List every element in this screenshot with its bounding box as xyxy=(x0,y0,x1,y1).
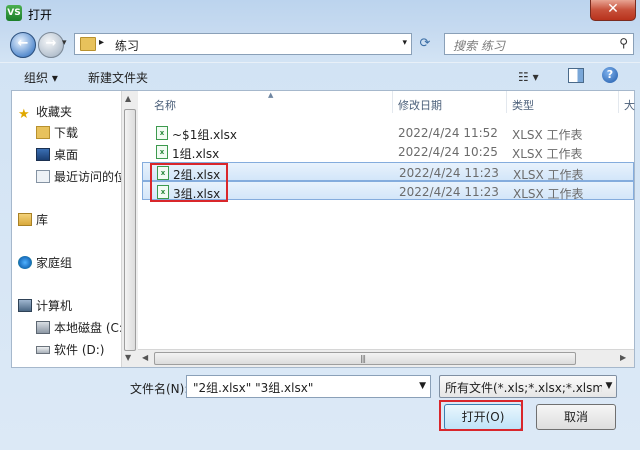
downloads-folder-icon xyxy=(36,126,50,139)
file-type: XLSX 工作表 xyxy=(513,187,584,201)
column-divider[interactable] xyxy=(506,91,507,113)
nav-favorites-label: 收藏夹 xyxy=(36,105,73,119)
file-name: ~$1组.xlsx xyxy=(172,128,237,142)
nav-desktop-label: 桌面 xyxy=(54,148,79,162)
search-placeholder: 搜索 练习 xyxy=(453,39,505,53)
toolbar: 组织 ▾ 新建文件夹 ☷ ▾ ? xyxy=(0,62,640,91)
file-date: 2022/4/24 11:23 xyxy=(399,166,499,180)
file-date: 2022/4/24 11:52 xyxy=(398,126,498,140)
column-header-name[interactable]: 名称 xyxy=(154,97,176,113)
sort-ascending-icon: ▲ xyxy=(268,91,274,99)
column-divider[interactable] xyxy=(392,91,393,113)
nav-computer-label: 计算机 xyxy=(36,299,73,313)
drive-icon xyxy=(36,346,50,354)
filename-input[interactable]: "2组.xlsx" "3组.xlsx" ▼ xyxy=(186,375,431,398)
file-type: XLSX 工作表 xyxy=(512,128,583,142)
file-date: 2022/4/24 10:25 xyxy=(398,145,498,159)
view-options-icon[interactable]: ☷ ▾ xyxy=(518,70,539,84)
nav-vertical-scrollbar[interactable]: ▲ ▼ xyxy=(121,91,138,367)
nav-computer[interactable]: 计算机 xyxy=(18,297,72,314)
nav-recent-places[interactable]: 最近访问的位 xyxy=(36,168,121,185)
filename-dropdown-icon[interactable]: ▼ xyxy=(419,381,426,391)
open-button-highlight-annotation xyxy=(439,400,523,431)
nav-local-disk[interactable]: 本地磁盘 (C: xyxy=(36,319,121,336)
back-arrow-icon[interactable]: ← xyxy=(10,32,36,58)
forward-arrow-icon[interactable]: → xyxy=(38,32,64,58)
desktop-icon xyxy=(36,148,50,161)
column-divider[interactable] xyxy=(618,91,619,113)
nav-homegroup[interactable]: 家庭组 xyxy=(18,254,72,271)
preview-pane-icon[interactable] xyxy=(568,68,584,83)
filename-label: 文件名(N): xyxy=(130,382,189,396)
filetype-dropdown-icon[interactable]: ▼ xyxy=(602,376,616,397)
filetype-value: 所有文件(*.xls;*.xlsx;*.xlsm;*.csv xyxy=(445,381,616,395)
scroll-grip-icon: ||| xyxy=(360,354,366,363)
excel-file-icon: x xyxy=(156,126,168,140)
nav-recent-label: 最近访问的位 xyxy=(54,170,121,184)
new-folder-button[interactable]: 新建文件夹 xyxy=(88,69,148,86)
table-row[interactable]: x 1组.xlsx 2022/4/24 10:25 XLSX 工作表 xyxy=(142,142,634,161)
scroll-up-icon[interactable]: ▲ xyxy=(125,94,131,103)
file-date: 2022/4/24 11:23 xyxy=(399,185,499,199)
file-name: 1组.xlsx xyxy=(172,147,220,161)
close-button[interactable]: ✕ xyxy=(590,0,636,21)
cancel-button[interactable]: 取消 xyxy=(536,404,616,430)
file-type: XLSX 工作表 xyxy=(512,147,583,161)
nav-desktop[interactable]: 桌面 xyxy=(36,146,78,163)
computer-icon xyxy=(18,299,32,312)
scroll-right-icon[interactable]: ▶ xyxy=(620,353,626,362)
selection-highlight-annotation xyxy=(150,163,228,202)
folder-icon xyxy=(80,37,96,51)
nav-homegroup-label: 家庭组 xyxy=(36,256,73,270)
file-list: ▲ 名称 修改日期 类型 大 x ~$1组.xlsx 2022/4/24 11:… xyxy=(138,91,635,367)
excel-file-icon: x xyxy=(156,145,168,159)
column-header-date[interactable]: 修改日期 xyxy=(398,97,442,113)
homegroup-icon xyxy=(18,256,32,269)
nav-downloads-label: 下载 xyxy=(54,126,79,140)
app-icon: VS xyxy=(6,5,22,21)
recent-pages-dropdown-icon[interactable]: ▾ xyxy=(62,38,67,48)
address-folder-name[interactable]: 练习 xyxy=(115,37,139,54)
star-icon: ★ xyxy=(18,107,30,122)
nav-local-disk-label: 本地磁盘 (C: xyxy=(54,321,121,335)
title-bar: VS 打开 ✕ xyxy=(0,0,640,26)
library-icon xyxy=(18,213,32,226)
scroll-down-icon[interactable]: ▼ xyxy=(125,353,131,362)
recent-places-icon xyxy=(36,170,50,183)
nav-libraries[interactable]: 库 xyxy=(18,211,48,228)
system-drive-icon xyxy=(36,321,50,334)
column-header-type[interactable]: 类型 xyxy=(512,97,534,113)
address-dropdown-icon[interactable]: ▾ xyxy=(402,38,407,48)
open-file-dialog: VS 打开 ✕ ← → ▾ ▸ 练习 ▾ ⟳ 搜索 练习 ⚲ 组织 ▾ 新建文件… xyxy=(0,0,640,450)
nav-libraries-label: 库 xyxy=(36,213,49,227)
file-horizontal-scrollbar[interactable]: ◀ ||| ▶ xyxy=(138,349,634,367)
table-row[interactable]: x ~$1组.xlsx 2022/4/24 11:52 XLSX 工作表 xyxy=(142,123,634,142)
navigation-pane: ★ 收藏夹 下载 桌面 最近访问的位 库 家庭组 计算机 本地磁盘 (C: 软件… xyxy=(12,91,121,367)
nav-software-label: 软件 (D:) xyxy=(54,343,105,357)
nav-scroll-thumb[interactable] xyxy=(124,109,136,351)
filetype-select[interactable]: 所有文件(*.xls;*.xlsx;*.xlsm;*.csv ▼ xyxy=(439,375,617,398)
search-input[interactable]: 搜索 练习 ⚲ xyxy=(444,33,634,55)
search-icon[interactable]: ⚲ xyxy=(619,36,628,50)
file-scroll-thumb[interactable]: ||| xyxy=(154,352,576,365)
refresh-icon[interactable]: ⟳ xyxy=(413,33,437,55)
filename-value[interactable]: "2组.xlsx" "3组.xlsx" xyxy=(193,379,313,396)
nav-favorites[interactable]: ★ 收藏夹 xyxy=(18,103,73,122)
help-icon[interactable]: ? xyxy=(602,67,618,83)
window-title: 打开 xyxy=(28,8,53,22)
scroll-left-icon[interactable]: ◀ xyxy=(142,353,148,362)
nav-software-drive[interactable]: 软件 (D:) xyxy=(36,341,104,358)
path-separator-icon[interactable]: ▸ xyxy=(99,37,104,48)
column-header-size[interactable]: 大 xyxy=(624,97,635,113)
nav-downloads[interactable]: 下载 xyxy=(36,124,78,141)
browser-content: ★ 收藏夹 下载 桌面 最近访问的位 库 家庭组 计算机 本地磁盘 (C: 软件… xyxy=(11,90,635,368)
address-bar[interactable]: ▸ 练习 ▾ xyxy=(74,33,412,55)
organize-button[interactable]: 组织 ▾ xyxy=(24,69,58,86)
